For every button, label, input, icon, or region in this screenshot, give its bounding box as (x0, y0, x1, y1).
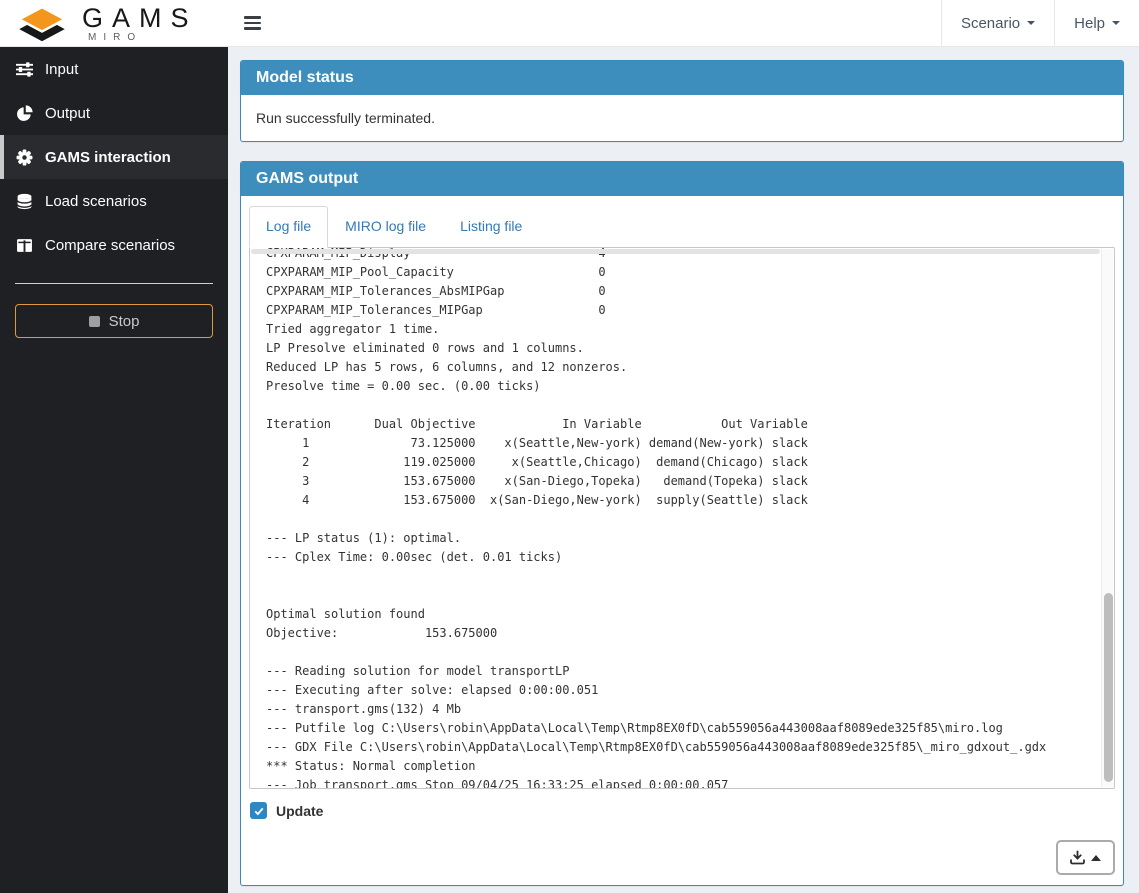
gams-output-panel: GAMS output Log file MIRO log file Listi… (240, 161, 1124, 886)
log-output-area[interactable]: CPXPARAM_MIP_Display 4 CPXPARAM_MIP_Pool… (249, 247, 1115, 789)
tab-log-file[interactable]: Log file (249, 206, 328, 248)
top-bar: GAMS MIRO Scenario Help (0, 0, 1139, 47)
log-top-scroll-strip (251, 249, 1100, 254)
stop-button-label: Stop (109, 313, 140, 330)
log-text: CPXPARAM_MIP_Display 4 CPXPARAM_MIP_Pool… (250, 247, 1114, 789)
sidebar: Input Output GAMS interaction (0, 47, 228, 893)
scrollbar-thumb[interactable] (1104, 593, 1113, 781)
gams-output-title: GAMS output (241, 162, 1123, 196)
columns-icon (16, 237, 33, 254)
sidebar-item-label: Compare scenarios (45, 237, 175, 254)
sidebar-item-label: Input (45, 61, 78, 78)
update-checkbox-label: Update (276, 803, 323, 819)
help-menu-label: Help (1074, 15, 1105, 32)
database-icon (16, 193, 33, 210)
chevron-up-icon (1091, 855, 1101, 861)
download-icon (1070, 850, 1085, 865)
gear-icon (16, 149, 33, 166)
help-menu[interactable]: Help (1054, 0, 1139, 46)
sidebar-item-output[interactable]: Output (0, 91, 228, 135)
sidebar-divider (15, 283, 213, 284)
pie-chart-icon (16, 105, 33, 122)
model-status-message: Run successfully terminated. (241, 95, 1123, 141)
check-icon (253, 805, 265, 817)
sidebar-item-gams-interaction[interactable]: GAMS interaction (0, 135, 228, 179)
sidebar-item-label: GAMS interaction (45, 149, 171, 166)
scenario-menu[interactable]: Scenario (941, 0, 1054, 46)
main-content: Model status Run successfully terminated… (228, 47, 1139, 893)
gams-output-tabs: Log file MIRO log file Listing file (249, 206, 1115, 247)
stop-button[interactable]: Stop (15, 304, 213, 338)
sidebar-item-compare-scenarios[interactable]: Compare scenarios (0, 223, 228, 267)
sidebar-item-load-scenarios[interactable]: Load scenarios (0, 179, 228, 223)
sidebar-toggle-icon[interactable] (228, 0, 276, 46)
model-status-title: Model status (241, 61, 1123, 95)
log-vertical-scrollbar[interactable] (1101, 249, 1113, 787)
app-logo: GAMS MIRO (0, 0, 228, 47)
tab-miro-log-file[interactable]: MIRO log file (328, 206, 443, 247)
sidebar-item-label: Load scenarios (45, 193, 147, 210)
gams-logo-icon (16, 4, 68, 46)
update-checkbox[interactable] (250, 802, 267, 819)
tab-listing-file[interactable]: Listing file (443, 206, 539, 247)
chevron-down-icon (1027, 21, 1035, 25)
sidebar-item-label: Output (45, 105, 90, 122)
download-log-button[interactable] (1056, 840, 1115, 875)
sliders-icon (16, 61, 33, 78)
logo-brand-text: GAMS (82, 5, 198, 32)
stop-square-icon (89, 316, 100, 327)
sidebar-item-input[interactable]: Input (0, 47, 228, 91)
model-status-panel: Model status Run successfully terminated… (240, 60, 1124, 142)
top-nav: Scenario Help (941, 0, 1139, 46)
scenario-menu-label: Scenario (961, 15, 1020, 32)
update-checkbox-row[interactable]: Update (250, 802, 1115, 819)
logo-sub-text: MIRO (82, 33, 198, 43)
chevron-down-icon (1112, 21, 1120, 25)
